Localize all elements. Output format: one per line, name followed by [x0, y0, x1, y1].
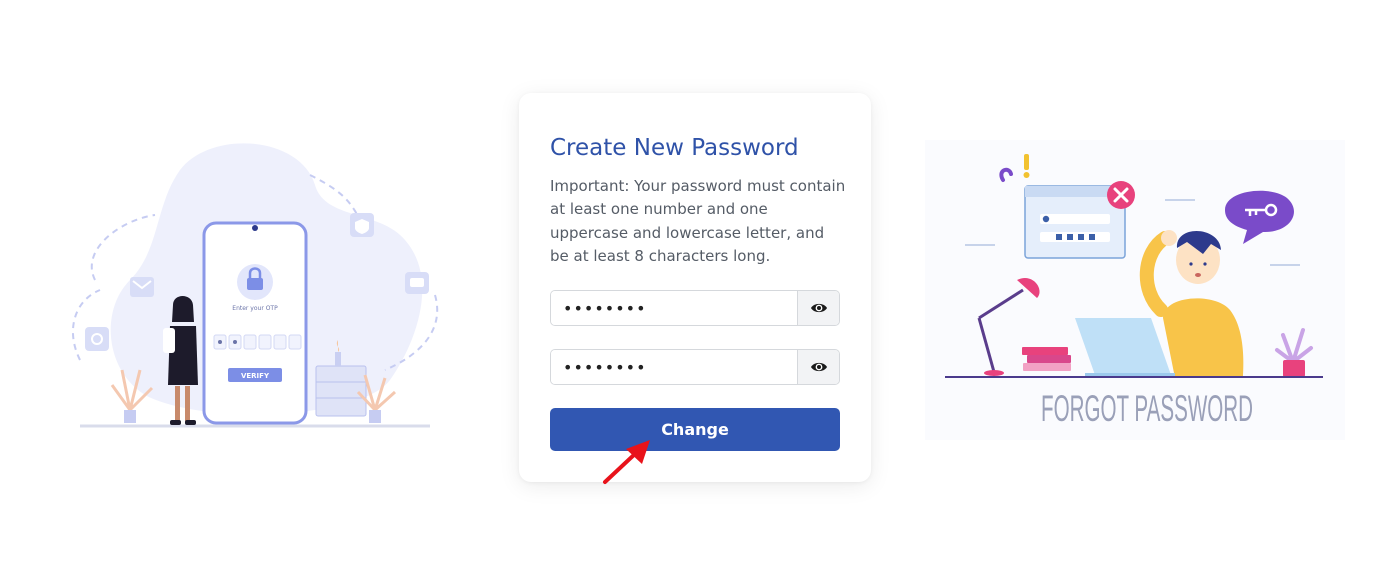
show-password-toggle[interactable]: [797, 291, 839, 325]
forgot-password-illustration: FORGOT PASSWORD: [925, 140, 1345, 440]
otp-prompt-text: Enter your OTP: [232, 305, 278, 312]
forgot-password-caption: FORGOT PASSWORD: [1041, 388, 1253, 429]
new-password-group: [550, 290, 840, 326]
eye-icon: [810, 362, 827, 372]
password-requirements-text: Important: Your password must contain at…: [550, 177, 846, 265]
confirm-password-input[interactable]: [551, 350, 797, 384]
eye-icon: [810, 303, 827, 313]
change-button[interactable]: Change: [550, 408, 840, 451]
confirm-password-group: [550, 349, 840, 385]
create-password-card: Create New Password Important: Your pass…: [519, 93, 871, 482]
verify-label: VERIFY: [241, 372, 270, 380]
otp-illustration: Enter your OTP VERIFY: [60, 130, 460, 440]
new-password-input[interactable]: [551, 291, 797, 325]
show-confirm-password-toggle[interactable]: [797, 350, 839, 384]
page-title: Create New Password: [550, 135, 799, 161]
annotation-arrow-icon: [603, 440, 650, 484]
